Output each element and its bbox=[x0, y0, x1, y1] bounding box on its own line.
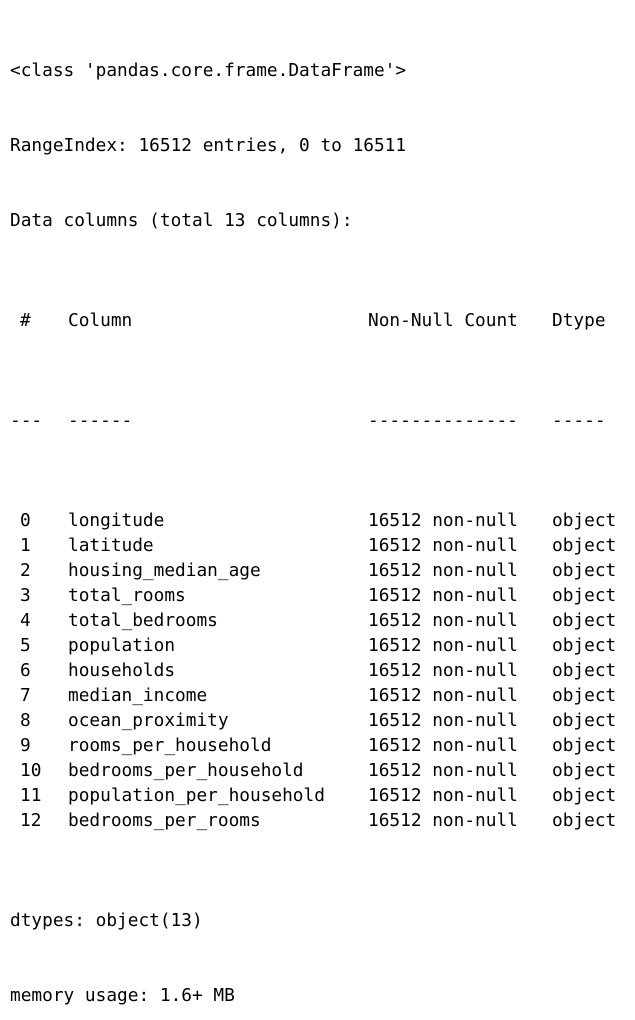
row-column-name: median_income bbox=[68, 685, 208, 706]
row-column-name: latitude bbox=[68, 535, 154, 556]
row-index: 3 bbox=[20, 585, 31, 606]
row-non-null-count: 16512 non-null bbox=[368, 635, 518, 656]
row-index: 11 bbox=[20, 785, 42, 806]
table-row: 3 total_rooms 16512 non-null object bbox=[10, 583, 632, 608]
row-column-name: population bbox=[68, 635, 176, 656]
row-index: 8 bbox=[20, 710, 31, 731]
row-column-name: ocean_proximity bbox=[68, 710, 229, 731]
row-index: 2 bbox=[20, 560, 31, 581]
row-non-null-count: 16512 non-null bbox=[368, 685, 518, 706]
row-index: 4 bbox=[20, 610, 31, 631]
row-column-name: population_per_household bbox=[68, 785, 325, 806]
row-dtype: object bbox=[552, 710, 617, 731]
row-dtype: object bbox=[552, 535, 617, 556]
row-dtype: object bbox=[552, 810, 617, 831]
header-index: # bbox=[20, 310, 31, 331]
dtypes-line: dtypes: object(13) bbox=[10, 910, 203, 931]
table-row: 8 ocean_proximity 16512 non-null object bbox=[10, 708, 632, 733]
table-body: 0 longitude 16512 non-null object 1 latitude 1… bbox=[10, 508, 632, 833]
row-index: 1 bbox=[20, 535, 31, 556]
row-column-name: rooms_per_household bbox=[68, 735, 272, 756]
separator-non-null-count: -------------- bbox=[368, 410, 518, 431]
row-column-name: bedrooms_per_household bbox=[68, 760, 304, 781]
row-non-null-count: 16512 non-null bbox=[368, 735, 518, 756]
row-dtype: object bbox=[552, 585, 617, 606]
row-column-name: households bbox=[68, 660, 176, 681]
data-columns-line: Data columns (total 13 columns): bbox=[10, 210, 353, 231]
table-row: 7 median_income 16512 non-null object bbox=[10, 683, 632, 708]
row-column-name: bedrooms_per_rooms bbox=[68, 810, 261, 831]
table-row: 0 longitude 16512 non-null object bbox=[10, 508, 632, 533]
row-index: 10 bbox=[20, 760, 42, 781]
header-non-null-count: Non-Null Count bbox=[368, 310, 518, 331]
table-row: 9 rooms_per_household 16512 non-null object bbox=[10, 733, 632, 758]
row-non-null-count: 16512 non-null bbox=[368, 610, 518, 631]
table-row: 4 total_bedrooms 16512 non-null object bbox=[10, 608, 632, 633]
row-dtype: object bbox=[552, 510, 617, 531]
table-row: 12 bedrooms_per_rooms 16512 non-null object bbox=[10, 808, 632, 833]
row-index: 5 bbox=[20, 635, 31, 656]
header-column: Column bbox=[68, 310, 133, 331]
header-dtype: Dtype bbox=[552, 310, 606, 331]
table-row: 11 population_per_household 16512 non-null… bbox=[10, 783, 632, 808]
row-non-null-count: 16512 non-null bbox=[368, 785, 518, 806]
row-column-name: housing_median_age bbox=[68, 560, 261, 581]
row-index: 9 bbox=[20, 735, 31, 756]
table-row: 2 housing_median_age 16512 non-null object bbox=[10, 558, 632, 583]
memory-usage-line: memory usage: 1.6+ MB bbox=[10, 985, 235, 1006]
row-dtype: object bbox=[552, 610, 617, 631]
row-non-null-count: 16512 non-null bbox=[368, 660, 518, 681]
table-separator-row: --- ------ -------------- ----- bbox=[10, 408, 632, 433]
separator-index: --- bbox=[10, 410, 43, 431]
row-non-null-count: 16512 non-null bbox=[368, 585, 518, 606]
row-dtype: object bbox=[552, 735, 617, 756]
row-non-null-count: 16512 non-null bbox=[368, 560, 518, 581]
table-row: 6 households 16512 non-null object bbox=[10, 658, 632, 683]
row-non-null-count: 16512 non-null bbox=[368, 760, 518, 781]
table-row: 1 latitude 16512 non-null object bbox=[10, 533, 632, 558]
row-index: 6 bbox=[20, 660, 31, 681]
row-dtype: object bbox=[552, 560, 617, 581]
table-row: 10 bedrooms_per_household 16512 non-null ob… bbox=[10, 758, 632, 783]
row-dtype: object bbox=[552, 785, 617, 806]
row-non-null-count: 16512 non-null bbox=[368, 810, 518, 831]
class-line: <class 'pandas.core.frame.DataFrame'> bbox=[10, 60, 407, 81]
separator-dtype: ----- bbox=[552, 410, 606, 431]
row-column-name: total_rooms bbox=[68, 585, 186, 606]
row-dtype: object bbox=[552, 760, 617, 781]
row-column-name: longitude bbox=[68, 510, 165, 531]
row-non-null-count: 16512 non-null bbox=[368, 710, 518, 731]
table-row: 5 population 16512 non-null object bbox=[10, 633, 632, 658]
row-dtype: object bbox=[552, 635, 617, 656]
row-dtype: object bbox=[552, 685, 617, 706]
row-non-null-count: 16512 non-null bbox=[368, 510, 518, 531]
row-index: 0 bbox=[20, 510, 31, 531]
row-dtype: object bbox=[552, 660, 617, 681]
table-header-row: # Column Non-Null Count Dtype bbox=[10, 308, 632, 333]
range-index-line: RangeIndex: 16512 entries, 0 to 16511 bbox=[10, 135, 407, 156]
dataframe-info-output: <class 'pandas.core.frame.DataFrame'> Ra… bbox=[10, 8, 632, 1020]
row-column-name: total_bedrooms bbox=[68, 610, 218, 631]
row-index: 7 bbox=[20, 685, 31, 706]
separator-column: ------ bbox=[68, 410, 133, 431]
row-index: 12 bbox=[20, 810, 42, 831]
row-non-null-count: 16512 non-null bbox=[368, 535, 518, 556]
